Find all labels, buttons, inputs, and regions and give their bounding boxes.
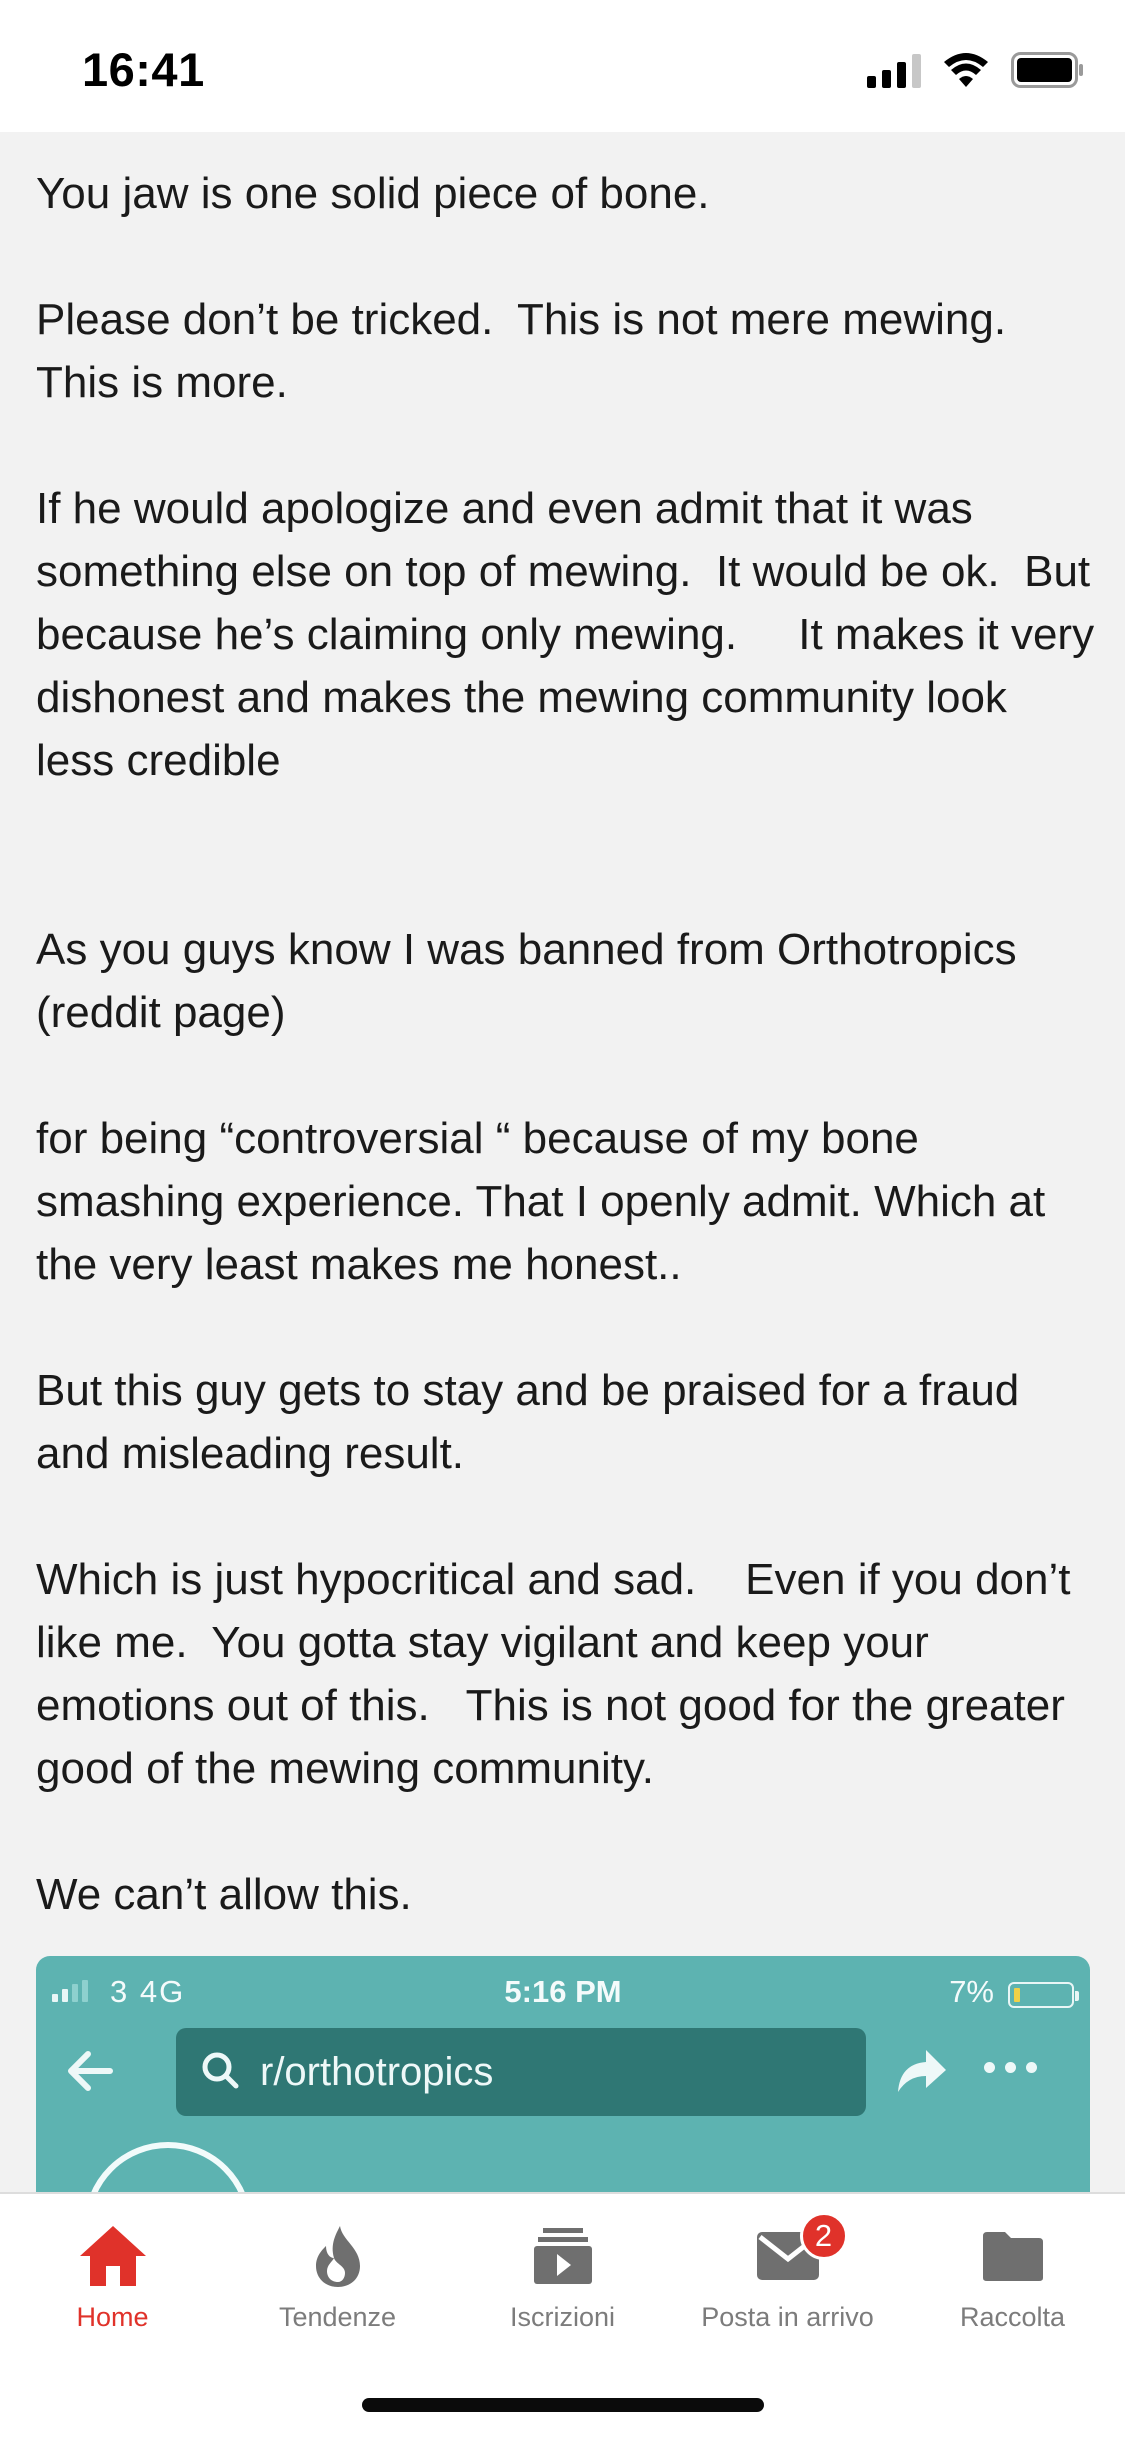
- post-paragraph: If he would apologize and even admit tha…: [36, 484, 1107, 785]
- status-time: 16:41: [82, 43, 205, 96]
- embedded-time: 5:16 PM: [504, 1974, 622, 2009]
- subscriptions-icon: [533, 2214, 593, 2298]
- tab-raccolta[interactable]: Raccolta: [900, 2214, 1125, 2344]
- tab-tendenze[interactable]: Tendenze: [225, 2214, 450, 2344]
- post-body: You jaw is one solid piece of bone. Plea…: [36, 162, 1096, 1926]
- share-icon: [892, 2042, 948, 2103]
- mail-icon: 2: [756, 2212, 848, 2298]
- post-paragraph: As you guys know I was banned from Ortho…: [36, 925, 1029, 1037]
- post-paragraph: You jaw is one solid piece of bone.: [36, 169, 710, 218]
- embedded-search-text: r/orthotropics: [260, 2049, 494, 2094]
- status-icons: [867, 46, 1085, 94]
- post-paragraph: for being “controversial “ because of my…: [36, 1114, 1058, 1289]
- wifi-icon: [943, 53, 989, 87]
- home-icon: [78, 2214, 148, 2298]
- unread-badge: 2: [799, 2212, 848, 2260]
- tab-label: Home: [76, 2302, 149, 2332]
- battery-icon: [1011, 52, 1085, 88]
- tab-label: Raccolta: [959, 2302, 1066, 2332]
- post-paragraph: Which is just hypocritical and sad. Even…: [36, 1555, 1083, 1793]
- post-paragraph: But this guy gets to stay and be praised…: [36, 1366, 1032, 1478]
- flame-icon: [312, 2214, 364, 2298]
- tab-posta-in-arrivo[interactable]: 2 Posta in arrivo: [675, 2212, 900, 2344]
- embedded-battery-percent: 7%: [949, 1974, 994, 2009]
- tab-home[interactable]: Home: [0, 2214, 225, 2344]
- folder-icon: [981, 2214, 1045, 2298]
- tab-label: Posta in arrivo: [701, 2302, 874, 2332]
- embedded-battery-icon: [1008, 1982, 1079, 2008]
- status-bar: 16:41: [0, 0, 1125, 132]
- embedded-status-bar: 3 4G 5:16 PM 7%: [36, 1966, 1090, 2016]
- post-paragraph: Please don’t be tricked. This is not mer…: [36, 295, 1030, 407]
- embedded-avatar: [84, 2142, 252, 2196]
- search-icon: [200, 2050, 240, 2095]
- tab-label: Tendenze: [278, 2302, 397, 2332]
- more-options-icon: [984, 2062, 1037, 2073]
- embedded-screenshot[interactable]: 3 4G 5:16 PM 7% r/orthotropics: [36, 1956, 1090, 2196]
- tab-iscrizioni[interactable]: Iscrizioni: [450, 2214, 675, 2344]
- cellular-signal-icon: [867, 52, 921, 88]
- post-paragraph: We can’t allow this.: [36, 1870, 412, 1919]
- tab-label: Iscrizioni: [509, 2302, 616, 2332]
- home-indicator[interactable]: [362, 2398, 764, 2412]
- embedded-search-bar: r/orthotropics: [176, 2028, 866, 2116]
- back-arrow-icon: [62, 2044, 116, 2098]
